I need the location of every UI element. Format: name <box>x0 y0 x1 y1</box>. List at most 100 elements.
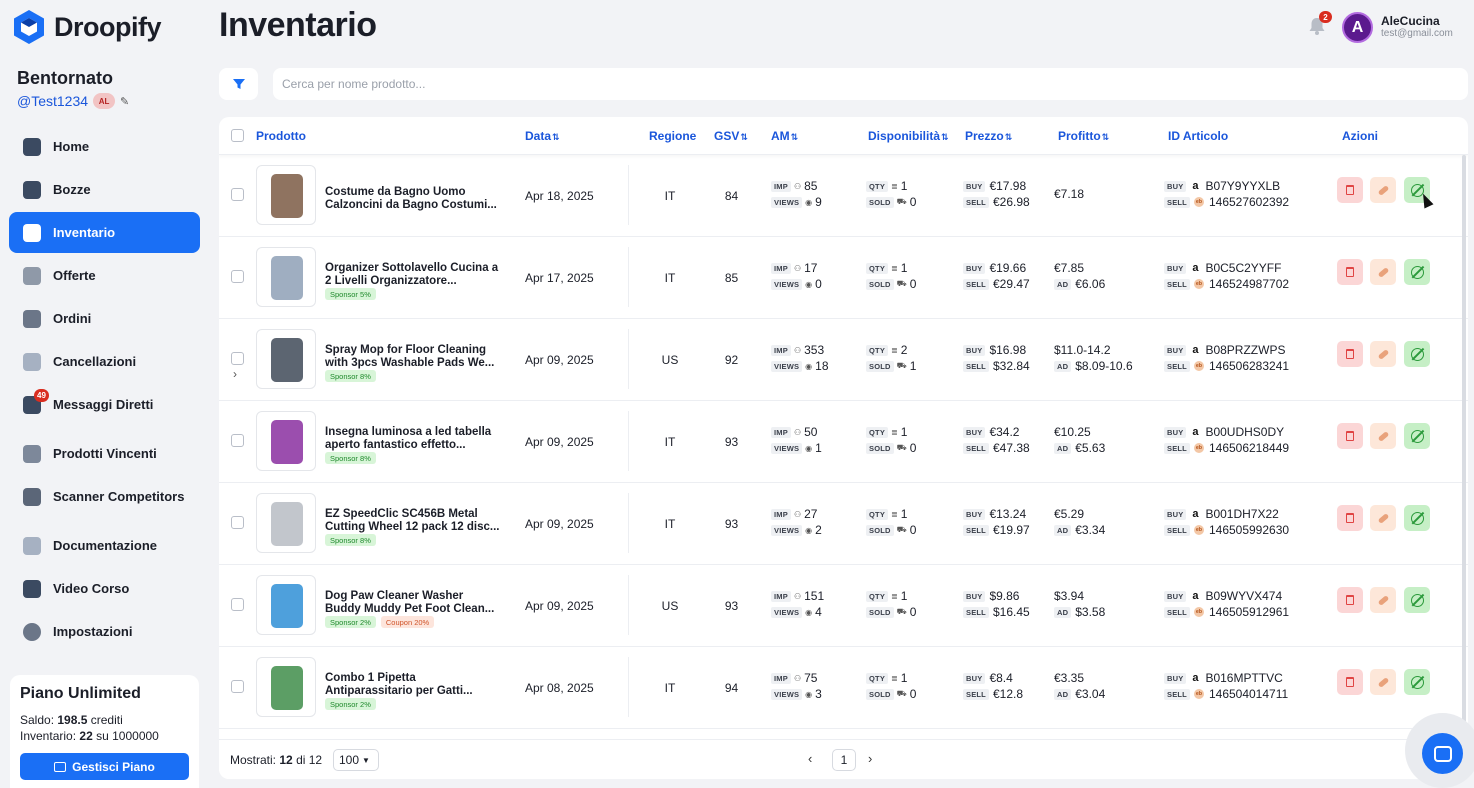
ebay-item-id[interactable]: SELL eb 146505992630 <box>1164 523 1289 537</box>
manage-plan-button[interactable]: Gestisci Piano <box>20 753 189 780</box>
sidebar-item-offerte[interactable]: Offerte <box>9 255 200 296</box>
delete-button[interactable] <box>1337 423 1363 449</box>
row-checkbox[interactable] <box>231 352 244 365</box>
expand-row-chevron-icon[interactable]: › <box>233 367 237 381</box>
user-name[interactable]: AleCucina <box>1381 14 1440 28</box>
column-header-price[interactable]: Prezzo⇅ <box>965 129 1012 143</box>
product-thumbnail[interactable] <box>256 329 316 389</box>
column-divider <box>628 411 629 471</box>
row-checkbox[interactable] <box>231 598 244 611</box>
previous-page-button[interactable]: ‹ <box>808 751 812 766</box>
product-name[interactable]: Costume da Bagno Uomo Calzoncini da Bagno… <box>325 186 503 212</box>
sidebar-item-ordini[interactable]: Ordini <box>9 298 200 339</box>
product-thumbnail[interactable] <box>256 657 316 717</box>
toggle-monitoring-button[interactable] <box>1404 587 1430 613</box>
column-header-profit[interactable]: Profitto⇅ <box>1058 129 1109 143</box>
delete-button[interactable] <box>1337 259 1363 285</box>
amazon-item-id[interactable]: BUY a B00UDHS0DY <box>1164 425 1284 439</box>
sidebar-item-inventario[interactable]: Inventario <box>9 212 200 253</box>
product-name[interactable]: Organizer Sottolavello Cucina a2 Livelli… <box>325 262 503 288</box>
product-thumbnail[interactable] <box>256 575 316 635</box>
sidebar-item-cancellazioni[interactable]: Cancellazioni <box>9 341 200 382</box>
column-header-am[interactable]: AM⇅ <box>771 129 798 143</box>
trash-icon <box>1346 677 1354 687</box>
amazon-item-id[interactable]: BUY a B0C5C2YYFF <box>1164 261 1281 275</box>
amazon-item-id[interactable]: BUY a B07Y9YYXLB <box>1164 179 1280 193</box>
row-checkbox[interactable] <box>231 680 244 693</box>
product-thumbnail[interactable] <box>256 493 316 553</box>
table-row[interactable]: Combo 1 Pipetta Antiparassitario per Gatt… <box>219 647 1468 729</box>
people-icon: ⚇ <box>793 509 802 519</box>
amazon-item-id[interactable]: BUY a B016MPTTVC <box>1164 671 1283 685</box>
product-thumbnail[interactable] <box>256 411 316 471</box>
delete-button[interactable] <box>1337 587 1363 613</box>
edit-button[interactable] <box>1370 341 1396 367</box>
column-header-availability[interactable]: Disponibilità⇅ <box>868 129 949 143</box>
search-input[interactable] <box>273 68 1468 100</box>
user-avatar[interactable]: A <box>1342 12 1373 43</box>
edit-button[interactable] <box>1370 505 1396 531</box>
sidebar-item-impostazioni[interactable]: Impostazioni <box>9 611 200 652</box>
table-row[interactable]: Organizer Sottolavello Cucina a2 Livelli… <box>219 237 1468 319</box>
row-checkbox[interactable] <box>231 270 244 283</box>
edit-button[interactable] <box>1370 423 1396 449</box>
ebay-item-id[interactable]: SELL eb 146506283241 <box>1164 359 1289 373</box>
toggle-monitoring-button[interactable] <box>1404 505 1430 531</box>
amazon-item-id[interactable]: BUY a B08PRZZWPS <box>1164 343 1285 357</box>
row-checkbox[interactable] <box>231 188 244 201</box>
product-name[interactable]: EZ SpeedClic SC456B Metal Cutting Wheel 1… <box>325 508 503 534</box>
edit-button[interactable] <box>1370 259 1396 285</box>
row-checkbox[interactable] <box>231 516 244 529</box>
toggle-monitoring-button[interactable] <box>1404 423 1430 449</box>
ebay-item-id[interactable]: SELL eb 146506218449 <box>1164 441 1289 455</box>
table-row[interactable]: Insegna luminosa a led tabella aperto fan… <box>219 401 1468 483</box>
sidebar-item-home[interactable]: Home <box>9 126 200 167</box>
sidebar-item-scanner-competitors[interactable]: Scanner Competitors <box>9 476 200 517</box>
buy-price: BUY €13.24 <box>963 507 1026 521</box>
column-header-date[interactable]: Data⇅ <box>525 129 560 143</box>
sidebar-item-documentazione[interactable]: Documentazione <box>9 525 200 566</box>
product-thumbnail[interactable] <box>256 165 316 225</box>
page-number-button[interactable]: 1 <box>832 749 856 771</box>
filter-button[interactable] <box>219 68 258 100</box>
column-header-gsv[interactable]: GSV⇅ <box>714 129 748 143</box>
table-row[interactable]: EZ SpeedClic SC456B Metal Cutting Wheel 1… <box>219 483 1468 565</box>
ebay-item-id[interactable]: SELL eb 146505912961 <box>1164 605 1289 619</box>
table-row[interactable]: Dog Paw Cleaner Washer Buddy Muddy Pet Fo… <box>219 565 1468 647</box>
product-thumbnail[interactable] <box>256 247 316 307</box>
table-row[interactable]: › Spray Mop for Floor Cleaning with 3pcs … <box>219 319 1468 401</box>
quantity: QTY ≣ 1 <box>866 261 907 275</box>
sidebar-item-video-corso[interactable]: Video Corso <box>9 568 200 609</box>
row-checkbox[interactable] <box>231 434 244 447</box>
delete-button[interactable] <box>1337 177 1363 203</box>
sidebar-item-prodotti-vincenti[interactable]: Prodotti Vincenti <box>9 433 200 474</box>
delete-button[interactable] <box>1337 669 1363 695</box>
toggle-monitoring-button[interactable] <box>1404 669 1430 695</box>
toggle-monitoring-button[interactable] <box>1404 341 1430 367</box>
sidebar-item-bozze[interactable]: Bozze <box>9 169 200 210</box>
edit-button[interactable] <box>1370 669 1396 695</box>
product-name[interactable]: Spray Mop for Floor Cleaning with 3pcs Wa… <box>325 344 503 370</box>
table-row[interactable]: Costume da Bagno Uomo Calzoncini da Bagno… <box>219 155 1468 237</box>
amazon-item-id[interactable]: BUY a B001DH7X22 <box>1164 507 1279 521</box>
next-page-button[interactable]: › <box>868 751 872 766</box>
product-name[interactable]: Insegna luminosa a led tabella aperto fan… <box>325 426 503 452</box>
ebay-item-id[interactable]: SELL eb 146527602392 <box>1164 195 1289 209</box>
edit-pencil-icon[interactable]: ✎ <box>120 95 129 108</box>
table-scrollbar[interactable] <box>1462 155 1466 737</box>
product-name[interactable]: Combo 1 Pipetta Antiparassitario per Gatt… <box>325 672 503 698</box>
edit-button[interactable] <box>1370 177 1396 203</box>
sidebar-item-messaggi-diretti[interactable]: 49 Messaggi Diretti <box>9 384 200 425</box>
edit-button[interactable] <box>1370 587 1396 613</box>
ebay-item-id[interactable]: SELL eb 146524987702 <box>1164 277 1289 291</box>
brand-logo[interactable]: Droopify <box>12 8 162 46</box>
per-page-select[interactable]: 100 ▼ <box>333 749 379 771</box>
chat-support-button[interactable] <box>1422 733 1463 774</box>
delete-button[interactable] <box>1337 505 1363 531</box>
delete-button[interactable] <box>1337 341 1363 367</box>
amazon-item-id[interactable]: BUY a B09WYVX474 <box>1164 589 1282 603</box>
toggle-monitoring-button[interactable] <box>1404 259 1430 285</box>
ebay-item-id[interactable]: SELL eb 146504014711 <box>1164 687 1288 701</box>
product-name[interactable]: Dog Paw Cleaner Washer Buddy Muddy Pet Fo… <box>325 590 503 616</box>
select-all-checkbox[interactable] <box>231 129 244 142</box>
